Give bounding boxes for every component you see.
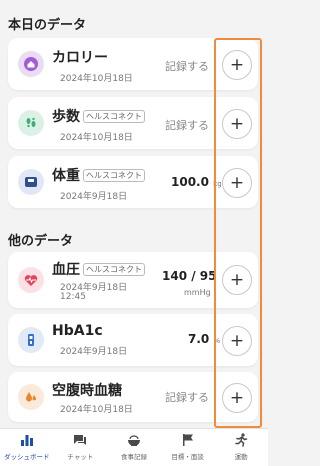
record-button[interactable]: 記録する [165,117,209,133]
weight-value: 100.0 kg [171,175,222,189]
card-title: 歩数 [52,109,80,125]
footprints-icon [18,110,44,136]
scale-icon [18,169,44,195]
tab-goals[interactable]: 目標・面談 [161,429,215,466]
bar-chart-icon [19,432,35,448]
card-date: 2024年9月18日 [60,192,128,202]
record-button[interactable]: 記録する [165,58,209,74]
card-time: 12:45 [60,292,86,302]
add-button[interactable]: + [222,50,252,80]
card-date: 2024年10月18日 [60,133,133,143]
tab-label: 運動 [234,453,248,461]
card-title: 空腹時血糖 [52,383,122,399]
health-connect-badge: ヘルスコネクト [83,262,145,276]
tab-label: チャット [67,453,94,461]
health-connect-badge: ヘルスコネクト [83,109,145,123]
hba1c-value: 7.0 % [188,332,220,346]
value-unit: kg [213,180,222,188]
card-title: HbA1c [52,323,103,339]
hba1c-card[interactable]: HbA1c 2024年9月18日 7.0 % + [8,314,258,366]
value-number: 100.0 [171,175,209,189]
meal-icon [126,432,142,448]
house-icon [18,51,44,77]
add-button[interactable]: + [222,326,252,356]
tab-dashboard[interactable]: ダッシュボード [0,429,54,466]
tab-meal-log[interactable]: 食事記録 [107,429,161,466]
heart-pulse-icon [18,267,44,293]
fasting-glucose-card[interactable]: 空腹時血糖 2024年10月18日 記録する + [8,372,258,422]
steps-card[interactable]: 歩数 ヘルスコネクト 2024年10月18日 記録する + [8,97,258,149]
tab-label: 目標・面談 [171,453,204,461]
chat-icon [72,432,88,448]
section-title-today: 本日のデータ [8,18,87,33]
card-title: カロリー [52,50,108,66]
tab-exercise[interactable]: 運動 [214,429,268,466]
bottom-tab-bar: ダッシュボード チャット 食事記録 目標・面談 運動 [0,428,268,466]
health-connect-badge: ヘルスコネクト [83,168,145,182]
bp-value: 140 / 95 [162,269,217,283]
add-button[interactable]: + [222,265,252,295]
tab-label: 食事記録 [120,453,147,461]
card-date: 2024年9月18日 [60,347,128,357]
add-button[interactable]: + [222,383,252,413]
record-button[interactable]: 記録する [165,389,209,405]
add-button[interactable]: + [222,109,252,139]
value-unit: % [213,337,221,345]
card-date: 2024年10月18日 [60,74,133,84]
bp-unit: mmHg [184,288,211,297]
calorie-card[interactable]: カロリー 2024年10月18日 記録する + [8,38,258,90]
section-title-other: 他のデータ [8,234,74,249]
tab-label: ダッシュボード [4,453,50,461]
weight-card[interactable]: 体重 ヘルスコネクト 2024年9月18日 100.0 kg + [8,156,258,208]
card-title: 体重 [52,168,80,184]
drops-icon [18,384,44,410]
card-title: 血圧 [52,262,80,278]
blood-pressure-card[interactable]: 血圧 ヘルスコネクト 2024年9月18日 12:45 140 / 95 mmH… [8,252,258,308]
flag-icon [180,432,196,448]
value-number: 7.0 [188,332,210,346]
running-icon [233,432,249,448]
card-date: 2024年10月18日 [60,405,133,415]
test-tube-icon [18,327,44,353]
tab-chat[interactable]: チャット [54,429,108,466]
add-button[interactable]: + [222,168,252,198]
